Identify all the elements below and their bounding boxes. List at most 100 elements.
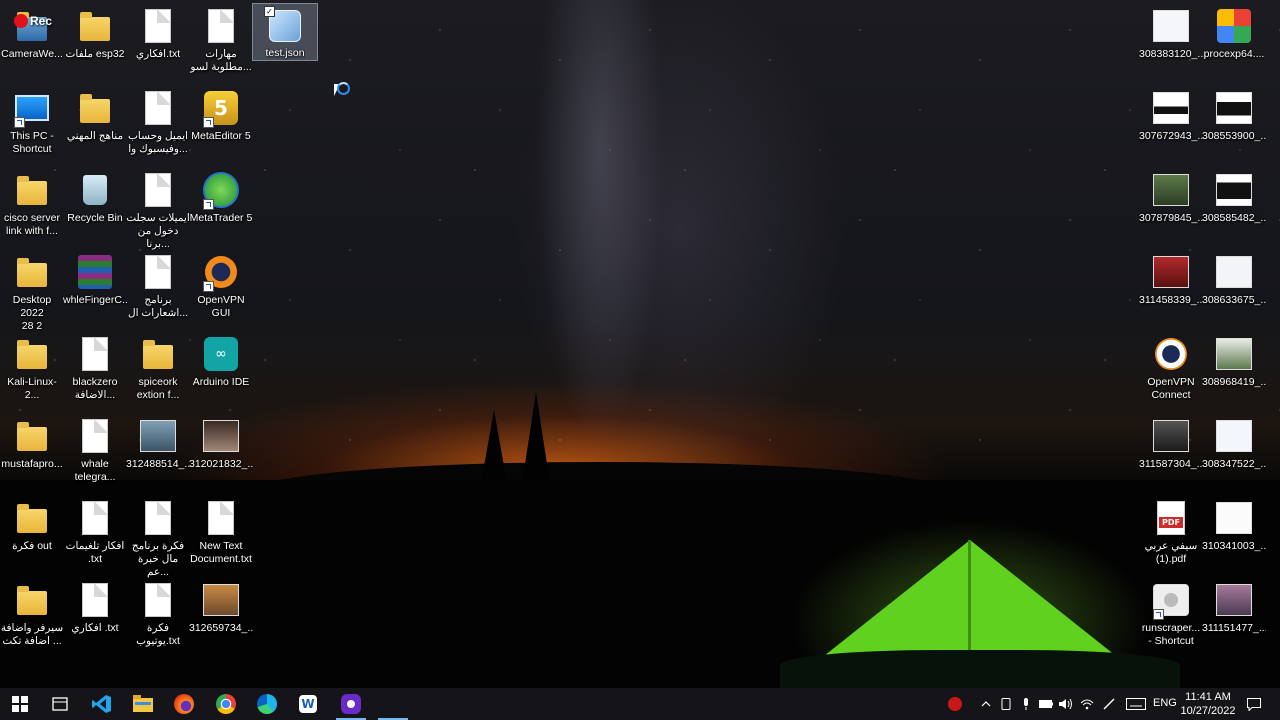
vscode-icon[interactable] [84,688,120,720]
text-file-icon [140,172,176,208]
text-file-icon [140,254,176,290]
desktop-icon-image-312488514[interactable]: 312488514_... [126,414,190,471]
desktop-icon-spiceork[interactable]: spiceork extion f... [126,332,190,402]
chrome-icon[interactable] [208,688,244,720]
this-pc-icon [14,90,50,128]
desktop-icon-cisco-server[interactable]: cisco server link with f... [0,168,64,238]
desktop-icon-emails-login[interactable]: ايميلات سجلت دخول من برنا... [126,168,190,251]
desktop-icon-whlefinger[interactable]: whleFingerC... [63,250,127,307]
desktop-icon-image-311587304[interactable]: 311587304_... [1139,414,1203,471]
desktop-icon-fikra-out[interactable]: فكرة out [0,496,64,553]
desktop-icon-image-308383120[interactable]: 308383120_... [1139,4,1203,61]
text-file-icon [203,8,239,44]
open-window-indicator[interactable] [374,688,412,720]
desktop-icon-openvpn-gui[interactable]: OpenVPN GUI [189,250,253,320]
image-thumbnail-icon [1216,90,1252,126]
folder-icon [14,254,50,290]
desktop-icon-test-json[interactable]: test.json [252,3,318,61]
folder-icon [77,8,113,44]
desktop-icon-procexp64[interactable]: procexp64.... [1202,4,1266,61]
desktop-icon-recycle-bin[interactable]: Recycle Bin [63,168,127,225]
language-indicator[interactable]: ENG [1153,697,1177,709]
shortcut-arrow-icon [14,117,25,128]
desktop-icon-afkar-talghimat[interactable]: افكار تلغيمات .txt [63,496,127,566]
record-dot-icon [14,14,28,28]
desktop-icon-this-pc[interactable]: This PC - Shortcut [0,86,64,156]
desktop-icon-image-308553900[interactable]: 308553900_... [1202,86,1266,143]
image-thumbnail-icon [1216,336,1252,372]
desktop-icon-image-308585482[interactable]: 308585482_... [1202,168,1266,225]
pen-icon[interactable] [1099,688,1119,720]
folder-icon [14,500,50,536]
desktop-icon-server-idafa[interactable]: سيرفر واضافة اضافة تكت ... [0,578,64,648]
desktop-icon-image-307879845[interactable]: 307879845_... [1139,168,1203,225]
desktop-icon-email-account[interactable]: ايميل وحساب وفيسبوك وا... [126,86,190,156]
metaeditor-icon: 5 [203,90,239,128]
volume-icon[interactable] [1057,688,1075,720]
shortcut-arrow-icon [203,117,214,128]
desktop-icon-manahij[interactable]: مناهج المهني [63,86,127,143]
microphone-icon[interactable] [1017,688,1035,720]
image-thumbnail-icon [1216,172,1252,208]
desktop-icon-image-308633675[interactable]: 308633675_... [1202,250,1266,307]
image-thumbnail-icon [1153,418,1189,454]
task-view-icon[interactable] [42,688,78,720]
notification-center-icon[interactable] [1242,688,1266,720]
desktop-icon-mustafapro[interactable]: mustafapro... [0,414,64,471]
wifi-icon[interactable] [1078,688,1096,720]
desktop-icon-image-312659734[interactable]: 312659734_... [189,578,253,635]
arduino-icon: ∞ [203,336,239,372]
desktop-icon-image-308968419[interactable]: 308968419_... [1202,332,1266,389]
selection-checkbox[interactable]: ✓ [264,6,275,17]
word-icon[interactable]: W [290,688,326,720]
recording-indicator: Rec [14,14,52,28]
clock[interactable]: 11:41 AM 10/27/2022 [1178,690,1238,718]
desktop-icon-image-307672943[interactable]: 307672943_... [1139,86,1203,143]
edge-icon[interactable] [249,688,285,720]
text-file-icon [203,500,239,536]
desktop-icon-image-312021832[interactable]: 312021832_... [189,414,253,471]
desktop-icon-openvpn-connect[interactable]: OpenVPN Connect [1139,332,1203,402]
desktop-icon-afkari-txt[interactable]: افكاري.txt [126,4,190,61]
folder-icon [14,336,50,372]
phone-link-icon[interactable] [997,688,1015,720]
image-thumbnail-icon [1216,500,1252,536]
desktop-icon-fikra-barnamaj[interactable]: فكرة برنامج مال خبرة عم... [126,496,190,579]
desktop-icon-whale-telegram[interactable]: whale telegra... [63,414,127,484]
desktop-icon-new-text-document[interactable]: New Text Document.txt [189,496,253,566]
desktop-icon-desktop-2022[interactable]: Desktop 2022 28 2 [0,250,64,333]
desktop-icon-image-308347522[interactable]: 308347522_... [1202,414,1266,471]
touch-keyboard-icon[interactable] [1124,688,1148,720]
desktop-icon-metaeditor[interactable]: 5 MetaEditor 5 [189,86,253,143]
desktop-icon-blackzero[interactable]: blackzero الاضافة... [63,332,127,402]
windows-start-icon[interactable] [2,688,38,720]
desktop-icon-runscraper-shortcut[interactable]: runscraper... - Shortcut [1139,578,1203,648]
shortcut-arrow-icon [1153,609,1164,620]
procexp-icon [1216,8,1252,44]
clock-time: 11:41 AM [1185,691,1231,703]
winrar-icon [77,254,113,290]
recorder-app-icon[interactable] [332,688,370,720]
desktop-icon-camerawe[interactable]: CameraWe... [0,4,64,61]
security-tray-icon[interactable] [944,688,966,720]
desktop-icon-cv-arabic-pdf[interactable]: PDF سيفي عربي (1).pdf [1139,496,1203,566]
battery-icon[interactable] [1037,688,1055,720]
desktop-icon-image-311151477[interactable]: 311151477_... [1202,578,1266,635]
desktop-icon-esp32-folder[interactable]: ملفات esp32 [63,4,127,61]
desktop-icon-metatrader[interactable]: MetaTrader 5 [189,168,253,225]
desktop-icon-kali-linux[interactable]: Kali-Linux-2... [0,332,64,402]
folder-icon [77,90,113,126]
desktop-icon-afkari-txt-2[interactable]: افكاري .txt [63,578,127,635]
desktop-icon-maharat[interactable]: مهارات مطلوبة لسو... [189,4,253,74]
file-explorer-icon[interactable] [125,688,161,720]
chevron-up-icon[interactable] [976,688,996,720]
openvpn-gui-icon [203,254,239,292]
firefox-icon[interactable] [166,688,202,720]
desktop-icon-image-310341003[interactable]: 310341003_... [1202,496,1266,553]
metatrader-icon [203,172,239,210]
desktop-icon-barnamaj-ishaarat[interactable]: برنامج اشعارات ال... [126,250,190,320]
desktop-icon-image-311458339[interactable]: 311458339_... [1139,250,1203,307]
text-file-icon [77,336,113,372]
desktop-icon-arduino[interactable]: ∞ Arduino IDE [189,332,253,389]
desktop-icon-fikra-youtube[interactable]: فكرة يوتيوب.txt [126,578,190,648]
